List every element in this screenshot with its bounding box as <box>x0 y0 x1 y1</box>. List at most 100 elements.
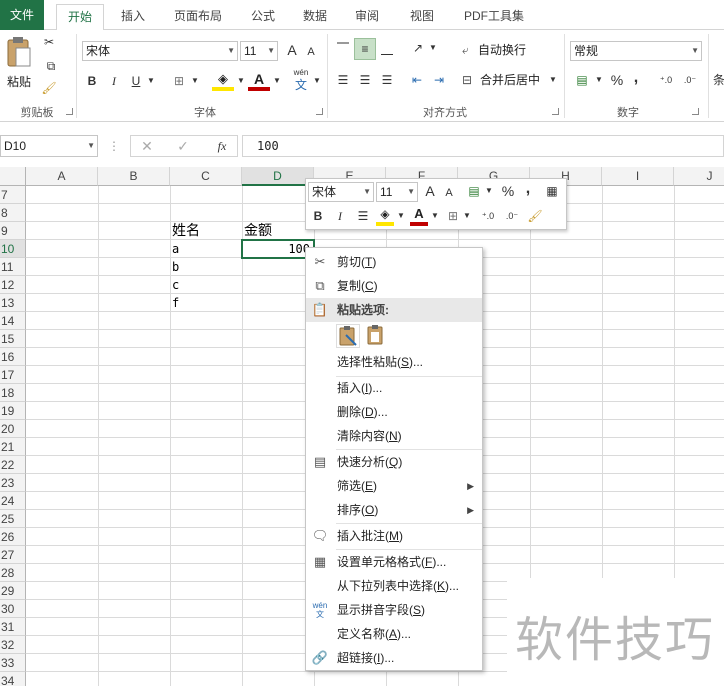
row-header[interactable]: 32 <box>0 636 26 654</box>
mini-font-color-button[interactable]: A <box>410 206 428 228</box>
row-header[interactable]: 19 <box>0 402 26 420</box>
row-header-selected[interactable]: 10 <box>0 240 26 258</box>
row-header[interactable]: 8 <box>0 204 26 222</box>
mini-increase-font-icon[interactable]: A <box>422 181 438 201</box>
mini-increase-decimal-icon[interactable]: ⁺.0 <box>478 206 498 226</box>
paste-option-button[interactable] <box>336 324 360 348</box>
mini-fill-color-button[interactable]: ◈ <box>376 206 394 228</box>
select-all-corner[interactable] <box>0 167 26 186</box>
font-name-dropdown[interactable]: 宋体 ▼ <box>82 41 238 61</box>
chevron-down-icon[interactable]: ▼ <box>484 181 494 201</box>
conditional-format-label[interactable]: 条 <box>712 70 724 90</box>
more-options-icon[interactable]: ⋮ <box>108 136 120 156</box>
cancel-icon[interactable]: ✕ <box>137 136 157 156</box>
mini-font-name-dropdown[interactable]: 宋体 ▼ <box>308 182 374 202</box>
mini-border-icon[interactable]: ⊞ <box>444 206 462 226</box>
font-size-dropdown[interactable]: 11 ▼ <box>240 41 278 61</box>
decrease-font-icon[interactable]: A <box>304 42 318 62</box>
border-icon[interactable]: ⊞ <box>170 71 188 91</box>
mini-format-table-icon[interactable]: ▦ <box>542 181 562 201</box>
paste-values-button[interactable] <box>364 324 388 348</box>
align-top-icon[interactable]: ⎺ <box>334 38 352 58</box>
name-box[interactable]: D10 ▼ <box>0 135 98 157</box>
font-launcher-icon[interactable] <box>316 108 323 115</box>
cell-c12[interactable]: c <box>172 276 179 294</box>
row-header[interactable]: 9 <box>0 222 26 240</box>
chevron-down-icon[interactable]: ▼ <box>236 71 246 91</box>
fill-color-button[interactable]: ◈ <box>212 71 234 93</box>
mini-comma-button[interactable]: , <box>522 179 534 199</box>
mini-percent-button[interactable]: % <box>500 181 516 201</box>
chevron-down-icon[interactable]: ▼ <box>430 206 440 226</box>
row-header[interactable]: 22 <box>0 456 26 474</box>
font-color-button[interactable]: A <box>248 71 270 93</box>
row-header[interactable]: 28 <box>0 564 26 582</box>
tab-review[interactable]: 审阅 <box>346 4 388 30</box>
row-header[interactable]: 17 <box>0 366 26 384</box>
row-header[interactable]: 21 <box>0 438 26 456</box>
chevron-down-icon[interactable]: ▼ <box>548 70 558 90</box>
row-header[interactable]: 30 <box>0 600 26 618</box>
menu-item-delete[interactable]: 删除(D)... <box>306 400 482 424</box>
tab-pdf-tools[interactable]: PDF工具集 <box>454 4 534 30</box>
menu-item-pick-from-list[interactable]: 从下拉列表中选择(K)... <box>306 574 482 598</box>
alignment-launcher-icon[interactable] <box>552 108 559 115</box>
mini-decrease-font-icon[interactable]: A <box>442 183 456 203</box>
align-middle-icon[interactable]: ≡ <box>354 38 376 60</box>
tab-data[interactable]: 数据 <box>294 4 336 30</box>
enter-icon[interactable]: ✓ <box>173 136 193 156</box>
insert-function-button[interactable]: fx <box>211 136 233 156</box>
menu-item-hyperlink[interactable]: 🔗 超链接(I)... <box>306 646 482 670</box>
menu-item-sort[interactable]: 排序(O) ▶ <box>306 498 482 522</box>
menu-item-insert[interactable]: 插入(I)... <box>306 376 482 400</box>
row-header[interactable]: 33 <box>0 654 26 672</box>
align-left-icon[interactable]: ☰ <box>334 70 352 90</box>
number-format-dropdown[interactable]: 常规 ▼ <box>570 41 702 61</box>
mini-format-painter-icon[interactable]: 🖌 <box>526 206 544 226</box>
row-header[interactable]: 15 <box>0 330 26 348</box>
menu-item-cut[interactable]: ✂ 剪切(T) <box>306 250 482 274</box>
row-header[interactable]: 34 <box>0 672 26 686</box>
column-header[interactable]: A <box>26 167 98 186</box>
chevron-down-icon[interactable]: ▼ <box>594 70 604 90</box>
chevron-down-icon[interactable]: ▼ <box>190 71 200 91</box>
percent-style-button[interactable]: % <box>608 70 626 90</box>
merge-center-button[interactable]: ⊟ 合并后居中 <box>462 70 562 90</box>
cell-c11[interactable]: b <box>172 258 179 276</box>
number-launcher-icon[interactable] <box>692 108 699 115</box>
cell-d11[interactable]: 3 <box>242 258 312 276</box>
row-header[interactable]: 26 <box>0 528 26 546</box>
tab-file[interactable]: 文件 <box>0 0 44 30</box>
menu-item-show-phonetic[interactable]: wén 文显示拼音字段(S) <box>306 598 482 622</box>
chevron-down-icon[interactable]: ▼ <box>396 206 406 226</box>
cell-c13[interactable]: f <box>172 294 179 312</box>
chevron-down-icon[interactable]: ▼ <box>312 71 322 91</box>
column-header-selected[interactable]: D <box>242 167 314 186</box>
menu-item-quick-analysis[interactable]: ▤ 快速分析(Q) <box>306 450 482 474</box>
italic-button[interactable]: I <box>106 71 122 91</box>
accounting-format-icon[interactable]: ▤ <box>572 70 592 90</box>
row-header[interactable]: 29 <box>0 582 26 600</box>
chevron-down-icon[interactable]: ▼ <box>428 38 438 58</box>
increase-font-icon[interactable]: A <box>284 40 300 60</box>
row-header[interactable]: 16 <box>0 348 26 366</box>
align-right-icon[interactable]: ☰ <box>378 70 396 90</box>
menu-item-define-name[interactable]: 定义名称(A)... <box>306 622 482 646</box>
menu-item-insert-comment[interactable]: 🗨 插入批注(M) <box>306 524 482 548</box>
row-header[interactable]: 24 <box>0 492 26 510</box>
mini-center-align-icon[interactable]: ☰ <box>354 206 372 226</box>
row-header[interactable]: 12 <box>0 276 26 294</box>
phonetic-button[interactable]: wén 文 <box>290 68 312 94</box>
formula-input[interactable]: 100 <box>242 135 724 157</box>
column-header[interactable]: J <box>674 167 724 186</box>
row-header[interactable]: 27 <box>0 546 26 564</box>
cell-d10-active[interactable]: 100 <box>241 239 315 259</box>
cell-d13[interactable]: 6 <box>242 294 312 312</box>
row-header[interactable]: 18 <box>0 384 26 402</box>
cell-c9[interactable]: 姓名 <box>172 222 200 240</box>
paste-button[interactable]: 粘贴 <box>4 36 34 90</box>
clipboard-launcher-icon[interactable] <box>66 108 73 115</box>
row-header[interactable]: 23 <box>0 474 26 492</box>
tab-home[interactable]: 开始 <box>56 4 104 31</box>
mini-font-size-dropdown[interactable]: 11 ▼ <box>376 182 418 202</box>
